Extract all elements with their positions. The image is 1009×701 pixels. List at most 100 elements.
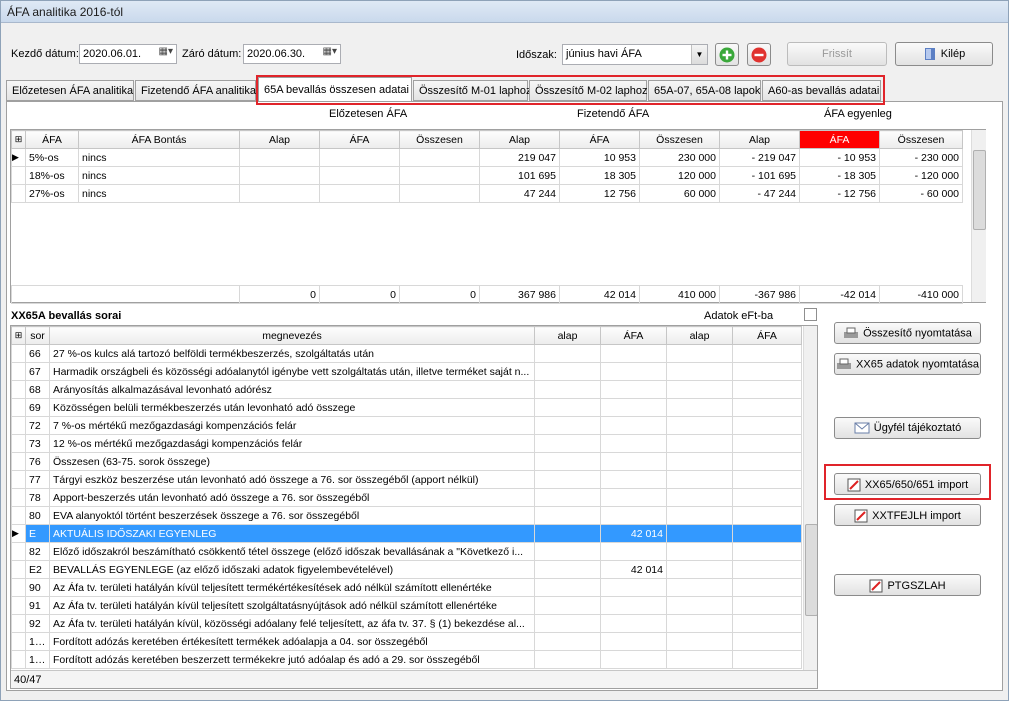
afa-cell[interactable]: nincs [78,184,240,203]
row-value[interactable] [666,488,733,507]
bevallas-row[interactable]: E2 BEVALLÁS EGYENLEGE (az előző időszaki … [11,560,802,579]
row-value[interactable] [732,398,802,417]
row-description[interactable]: Közösségen belüli termékbeszerzés után l… [49,398,535,417]
afa-cell[interactable]: - 12 756 [799,184,880,203]
row-number[interactable]: 91 [25,596,50,615]
row-value[interactable] [534,416,601,435]
row-indicator[interactable] [11,434,26,453]
col-header[interactable]: Összesen [879,130,963,149]
row-indicator[interactable] [11,650,26,669]
afa-cell[interactable]: - 101 695 [719,166,800,185]
scrollbar-thumb[interactable] [973,150,986,230]
row-indicator[interactable] [11,166,26,185]
row-value[interactable] [600,506,667,525]
row-number[interactable]: 90 [25,578,50,597]
col-header[interactable]: sor [25,326,50,345]
row-description[interactable]: BEVALLÁS EGYENLEGE (az előző időszaki ad… [49,560,535,579]
row-value[interactable] [600,578,667,597]
col-header[interactable]: Összesen [639,130,720,149]
client-info-button[interactable]: Ügyfél tájékoztató [834,417,981,439]
col-header[interactable]: megnevezés [49,326,535,345]
row-value[interactable] [600,614,667,633]
row-indicator[interactable]: ▶ [11,524,26,543]
row-description[interactable]: Az Áfa tv. területi hatályán kívül telje… [49,578,535,597]
row-indicator[interactable] [11,380,26,399]
col-header[interactable]: alap [666,326,733,345]
row-value[interactable] [732,632,802,651]
row-description[interactable]: Apport-beszerzés után levonható adó össz… [49,488,535,507]
row-number[interactable]: 67 [25,362,50,381]
row-number[interactable]: E [25,524,50,543]
col-header[interactable]: Összesen [399,130,480,149]
row-value[interactable] [534,488,601,507]
scrollbar-thumb[interactable] [805,524,817,616]
bevallas-row[interactable]: 73 12 %-os mértékű mezőgazdasági kompenzá… [11,434,802,453]
row-value[interactable] [666,524,733,543]
row-indicator[interactable] [11,344,26,363]
col-header[interactable]: ÁFA [732,326,802,345]
print-xx65-button[interactable]: XX65 adatok nyomtatása [834,353,981,375]
row-description[interactable]: Tárgyi eszköz beszerzése után levonható … [49,470,535,489]
col-header[interactable]: ÁFA [600,326,667,345]
exit-button[interactable]: Kilép [895,42,993,66]
row-value[interactable] [534,434,601,453]
afa-cell[interactable]: - 219 047 [719,148,800,167]
row-value[interactable] [534,542,601,561]
afa-cell[interactable] [399,148,480,167]
row-value[interactable] [534,614,601,633]
row-value[interactable] [600,434,667,453]
row-number[interactable]: 66 [25,344,50,363]
row-description[interactable]: AKTUÁLIS IDŐSZAKI EGYENLEG [49,524,535,543]
row-indicator[interactable] [11,416,26,435]
row-value[interactable] [534,560,601,579]
row-value[interactable] [600,488,667,507]
afa-cell[interactable]: 5%-os [25,148,79,167]
row-number[interactable]: 100 [25,632,50,651]
afa-cell[interactable]: 219 047 [479,148,560,167]
col-header[interactable]: Alap [719,130,800,149]
grid-settings-icon[interactable]: ⊞ [11,326,26,345]
row-number[interactable]: 76 [25,452,50,471]
bevallas-row[interactable]: 69 Közösségen belüli termékbeszerzés után… [11,398,802,417]
eft-checkbox[interactable] [804,308,817,321]
bevallas-row[interactable]: 82 Előző időszakról beszámítható csökkent… [11,542,802,561]
bevallas-row[interactable]: 67 Harmadik országbeli és közösségi adóal… [11,362,802,381]
afa-cell[interactable]: - 47 244 [719,184,800,203]
row-number[interactable]: 77 [25,470,50,489]
row-value[interactable] [732,344,802,363]
row-number[interactable]: 78 [25,488,50,507]
afa-cell[interactable]: 10 953 [559,148,640,167]
row-description[interactable]: 7 %-os mértékű mezőgazdasági kompenzáció… [49,416,535,435]
row-value[interactable] [600,362,667,381]
row-number[interactable]: 72 [25,416,50,435]
row-description[interactable]: Az Áfa tv. területi hatályán kívül telje… [49,596,535,615]
row-value[interactable] [732,470,802,489]
import-xx65-button[interactable]: XX65/650/651 import [834,473,981,495]
row-description[interactable]: Arányosítás alkalmazásával levonható adó… [49,380,535,399]
row-value[interactable] [666,578,733,597]
row-value[interactable] [732,362,802,381]
period-select[interactable]: június havi ÁFA ▼ [562,44,708,65]
start-date-input[interactable]: 2020.06.01. ▦▾ [79,44,177,64]
afa-cell[interactable] [319,184,400,203]
bevallas-row[interactable]: 90 Az Áfa tv. területi hatályán kívül tel… [11,578,802,597]
afa-cell[interactable] [239,148,320,167]
afa-cell[interactable]: 27%-os [25,184,79,203]
import-xxtfejlh-button[interactable]: XXTFEJLH import [834,504,981,526]
row-value[interactable] [534,578,601,597]
row-value[interactable] [534,632,601,651]
row-value[interactable] [600,380,667,399]
calendar-icon[interactable]: ▦▾ [147,46,175,62]
row-number[interactable]: 68 [25,380,50,399]
row-number[interactable]: 92 [25,614,50,633]
row-indicator[interactable]: ▶ [11,148,26,167]
col-header[interactable]: ÁFA [25,130,79,149]
afa-cell[interactable] [319,148,400,167]
row-value[interactable] [666,542,733,561]
row-value[interactable] [666,434,733,453]
row-indicator[interactable] [11,632,26,651]
afa-cell[interactable]: 18 305 [559,166,640,185]
row-indicator[interactable] [11,362,26,381]
afa-cell[interactable]: - 120 000 [879,166,963,185]
afa-cell[interactable]: 101 695 [479,166,560,185]
